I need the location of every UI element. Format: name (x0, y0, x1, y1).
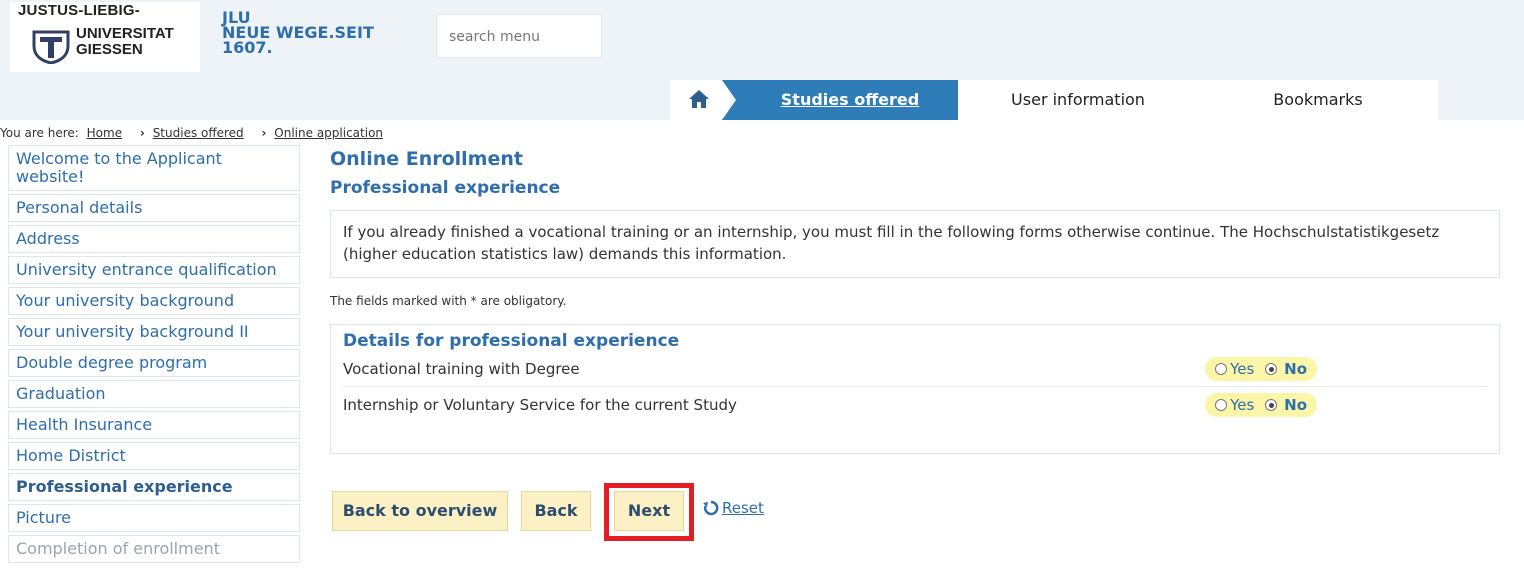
sidebar-item-completion: Completion of enrollment (8, 535, 300, 563)
jlu-slogan: JLU NEUE WEGE.SEIT 1607. (222, 10, 374, 57)
form-row: Vocational training with Degree Yes No (343, 351, 1487, 387)
form-row: Internship or Voluntary Service for the … (343, 387, 1487, 423)
sidebar-item-graduation[interactable]: Graduation (8, 380, 300, 408)
breadcrumb-studies-offered[interactable]: Studies offered (153, 126, 244, 140)
nav-home[interactable] (670, 80, 730, 120)
logo-text-line1: JUSTUS-LIEBIG- (18, 2, 140, 19)
reset-label: Reset (722, 499, 764, 517)
logo-text-line2: UNIVERSITAT GIESSEN (76, 26, 174, 58)
sidebar-item-personal-details[interactable]: Personal details (8, 194, 300, 222)
jlu-line3: 1607. (222, 38, 273, 57)
obligatory-note: The fields marked with * are obligatory. (330, 294, 567, 308)
sidebar-item-address[interactable]: Address (8, 225, 300, 253)
section-title: Professional experience (330, 178, 561, 198)
sidebar: Welcome to the Applicant website! Person… (8, 145, 300, 566)
sidebar-item-university-background-2[interactable]: Your university background II (8, 318, 300, 346)
internship-no-radio[interactable] (1265, 399, 1278, 411)
radio-label-no: No (1284, 396, 1307, 414)
radio-label-yes: Yes (1230, 396, 1255, 414)
sidebar-item-university-background[interactable]: Your university background (8, 287, 300, 315)
sidebar-item-professional-experience[interactable]: Professional experience (8, 473, 300, 501)
shield-icon (32, 30, 70, 64)
back-button[interactable]: Back (521, 491, 591, 531)
sidebar-item-home-district[interactable]: Home District (8, 442, 300, 470)
reset-icon (703, 500, 719, 516)
tab-studies-offered[interactable]: Studies offered (722, 80, 958, 120)
sidebar-item-picture[interactable]: Picture (8, 504, 300, 532)
home-icon (689, 90, 709, 108)
page-title: Online Enrollment (330, 148, 523, 170)
main-content: Online Enrollment Professional experienc… (330, 145, 1500, 541)
sidebar-item-welcome[interactable]: Welcome to the Applicant website! (8, 145, 300, 191)
breadcrumb: You are here: Home › Studies offered › O… (0, 126, 387, 140)
internship-yes-radio[interactable] (1215, 399, 1228, 411)
vocational-training-yes-radio[interactable] (1215, 363, 1228, 375)
vocational-training-radio-group: Yes No (1205, 357, 1317, 381)
tab-user-information[interactable]: User information (958, 80, 1198, 120)
radio-label-no: No (1284, 360, 1307, 378)
radio-label-yes: Yes (1230, 360, 1255, 378)
next-button[interactable]: Next (614, 491, 684, 531)
internship-label: Internship or Voluntary Service for the … (343, 396, 737, 414)
sidebar-item-health-insurance[interactable]: Health Insurance (8, 411, 300, 439)
breadcrumb-prefix: You are here: (0, 126, 79, 140)
back-to-overview-button[interactable]: Back to overview (332, 491, 508, 531)
info-box: If you already finished a vocational tra… (330, 210, 1500, 278)
logo-text-universitat: UNIVERSITAT (76, 25, 174, 42)
vocational-training-label: Vocational training with Degree (343, 360, 580, 378)
breadcrumb-online-application[interactable]: Online application (274, 126, 383, 140)
breadcrumb-separator: › (261, 126, 267, 140)
reset-link[interactable]: Reset (702, 499, 764, 517)
vocational-training-no-radio[interactable] (1265, 363, 1278, 375)
logo-text-giessen: GIESSEN (76, 41, 143, 58)
internship-radio-group: Yes No (1205, 393, 1317, 417)
tab-bookmarks[interactable]: Bookmarks (1198, 80, 1438, 120)
search-input[interactable]: search menu (436, 14, 602, 58)
details-title: Details for professional experience (343, 331, 680, 351)
breadcrumb-separator: › (139, 126, 145, 140)
details-panel: Details for professional experience Voca… (330, 324, 1500, 454)
sidebar-item-double-degree[interactable]: Double degree program (8, 349, 300, 377)
sidebar-item-entrance-qualification[interactable]: University entrance qualification (8, 256, 300, 284)
button-bar: Back to overview Back Next Reset (330, 483, 930, 543)
university-logo[interactable]: JUSTUS-LIEBIG- UNIVERSITAT GIESSEN (10, 2, 200, 72)
breadcrumb-home[interactable]: Home (87, 126, 122, 140)
